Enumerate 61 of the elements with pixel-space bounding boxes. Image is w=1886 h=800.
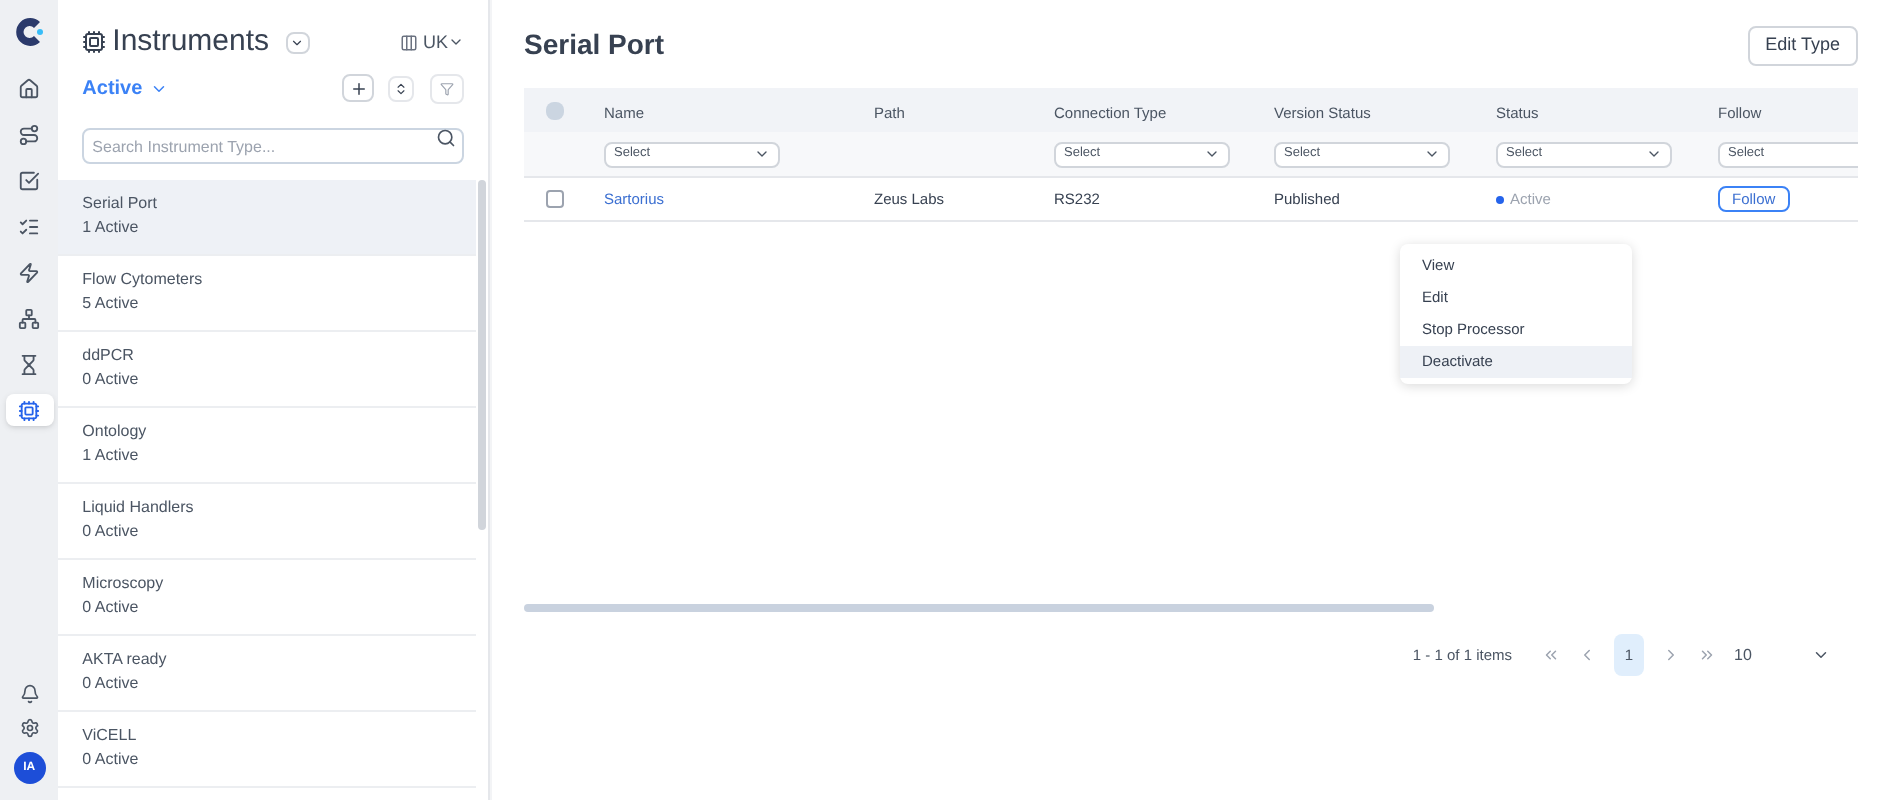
instrument-name: Microscopy: [82, 576, 166, 592]
instrument-list-item[interactable]: Liquid Handlers 0 Active: [58, 483, 476, 559]
instrument-name: Ontology: [82, 424, 149, 440]
caret-icon: [1812, 646, 1830, 664]
filter-icon: [440, 81, 454, 95]
instrument-name: Liquid Handlers: [82, 500, 196, 516]
instrument-list-item[interactable]: ViCELL 0 Active: [58, 711, 476, 787]
bell-icon[interactable]: [19, 684, 40, 704]
row-checkbox[interactable]: [545, 190, 563, 208]
active-count: 5 Active: [82, 296, 141, 312]
list-icon: [18, 215, 41, 237]
title-dropdown[interactable]: [285, 31, 310, 54]
edit-type-button[interactable]: Edit Type: [1747, 25, 1858, 65]
instrument-name: ddPCR: [82, 348, 136, 364]
instrument-list-item[interactable]: ddPCR 0 Active: [58, 331, 476, 407]
bolt-icon: [18, 261, 41, 283]
instrument-list-item[interactable]: AKTA ready 0 Active: [58, 635, 476, 711]
instrument-list-item[interactable]: Microscopy 0 Active: [58, 559, 476, 635]
plus-icon: [349, 79, 367, 97]
caret-icon: [1646, 146, 1662, 162]
instrument-list-item[interactable]: Ontology 1 Active: [58, 407, 476, 483]
instrument-name: Serial Port: [82, 196, 160, 212]
caret-icon: [1424, 146, 1440, 162]
chip-icon: [18, 399, 41, 421]
sort-button[interactable]: [388, 75, 414, 101]
horizontal-scrollbar[interactable]: [524, 604, 1434, 612]
search-field[interactable]: Search Instrument Type...: [82, 128, 464, 164]
instrument-list-item[interactable]: Flow Cytometers 5 Active: [58, 255, 476, 331]
hourglass-icon: [18, 353, 41, 375]
active-count: 0 Active: [82, 372, 141, 388]
instrument-name: AKTA ready: [82, 652, 169, 668]
instrument-name: ViCELL: [82, 728, 139, 744]
instrument-name: Flow Cytometers: [82, 272, 205, 288]
region-dropdown[interactable]: UK: [422, 29, 464, 56]
active-count: 1 Active: [82, 448, 141, 464]
active-count: 0 Active: [82, 524, 141, 540]
search-icon: [436, 127, 456, 147]
rail-button[interactable]: [5, 394, 54, 426]
caret-icon: [1204, 146, 1220, 162]
checkbox-icon: [18, 169, 41, 191]
sort-icon: [394, 81, 408, 95]
instrument-list-item[interactable]: Serial Port 1 Active: [58, 179, 476, 255]
select-all-checkbox[interactable]: [545, 101, 563, 119]
settings-icon[interactable]: [19, 718, 40, 738]
region-icon: [400, 33, 419, 52]
page-size-select[interactable]: 10: [1734, 643, 1830, 667]
route-icon: [18, 123, 41, 145]
caret-icon: [290, 35, 305, 50]
sidebar-title: Instruments: [112, 22, 270, 62]
home-icon: [18, 77, 41, 99]
page-title: Serial Port: [524, 26, 665, 64]
active-count: 0 Active: [82, 752, 141, 768]
caret-icon: [754, 146, 770, 162]
add-button[interactable]: [342, 74, 374, 102]
status-filter-dropdown[interactable]: Active: [82, 73, 169, 103]
active-count: 0 Active: [82, 676, 141, 692]
active-count: 0 Active: [82, 600, 141, 616]
network-icon: [18, 307, 41, 329]
active-count: 1 Active: [82, 220, 141, 236]
chip-icon: [82, 30, 107, 55]
logo-icon: [13, 16, 46, 48]
